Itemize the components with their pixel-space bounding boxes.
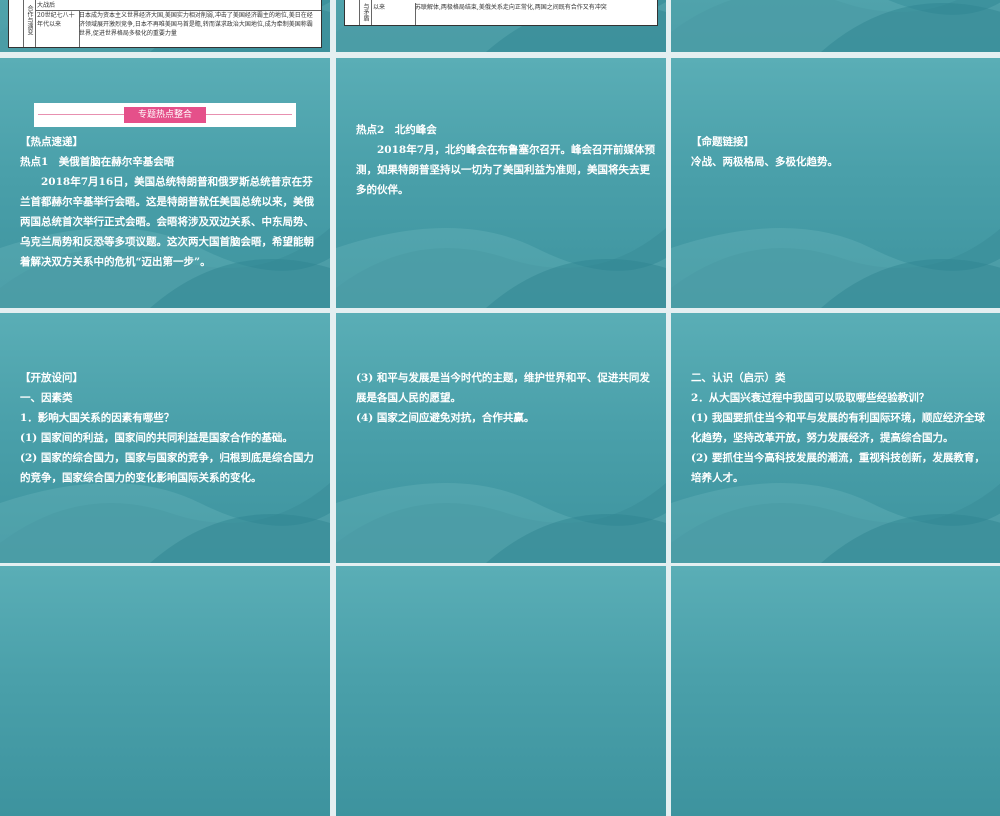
table-cell-content: 苏联解体,两极格局结束,美俄关系走向正常化,两国之间既有合作又有冲突: [415, 4, 607, 11]
body-line: 一、因素类: [20, 392, 73, 404]
wave-decoration: [671, 0, 1000, 52]
hotspot-body: 2018年7月，北约峰会在布鲁塞尔召开。峰会召开前媒体预测，如果特朗普坚持以一切…: [356, 144, 656, 196]
slide-thumbnail-4[interactable]: 专题热点整合 【热点速递】 热点1 美俄首脑在赫尔辛基会晤 2018年7月16日…: [0, 58, 330, 308]
banner-label: 专题热点整合: [124, 107, 206, 123]
wave-decoration: [671, 58, 1000, 308]
body-line: 1．影响大国关系的因素有哪些？: [20, 412, 175, 424]
table-cell: 大战后: [37, 2, 56, 9]
body-text: 冷战、两极格局、多极化趋势。: [691, 156, 838, 168]
slide-thumbnail-8[interactable]: (3) 和平与发展是当今时代的主题，维护世界和平、促进共同发展是各国人民的愿望。…: [336, 313, 666, 563]
slide-thumbnail-5[interactable]: 热点2 北约峰会 2018年7月，北约峰会在布鲁塞尔召开。峰会召开前媒体预测，如…: [336, 58, 666, 308]
body-line: (4) 国家之间应避免对抗，合作共赢。: [356, 412, 535, 424]
section-heading: 【热点速递】: [20, 136, 83, 148]
section-heading: 【开放设问】: [20, 372, 83, 384]
slide-thumbnail-1[interactable]: 合作与演变 大战后 20世纪七八十年代以来 日本成为资本主义世界经济大国,美国实…: [0, 0, 330, 52]
table-cell-period: 以来: [371, 3, 416, 25]
history-table: 合作与演变 大战后 20世纪七八十年代以来 日本成为资本主义世界经济大国,美国实…: [8, 0, 322, 48]
body-line: 2．从大国兴衰过程中我国可以吸取哪些经验教训？: [691, 392, 930, 404]
body-line: (1) 我国要抓住当今和平与发展的有利国际环境，顺应经济全球化趋势，坚持改革开放…: [691, 412, 985, 444]
section-heading: 【命题链接】: [691, 136, 754, 148]
body-line: (2) 要抓住当今高科技发展的潮流，重视科技创新，发展教育，培养人才。: [691, 452, 985, 484]
table-cell-period: 20世纪七八十年代以来: [35, 11, 80, 47]
slide-thumbnail-6[interactable]: 【命题链接】 冷战、两极格局、多极化趋势。: [671, 58, 1000, 308]
body-line: (3) 和平与发展是当今时代的主题，维护世界和平、促进共同发展是各国人民的愿望。: [356, 372, 650, 404]
slide-thumbnail-2[interactable]: 与矛盾 以来 苏联解体,两极格局结束,美俄关系走向正常化,两国之间既有合作又有冲…: [336, 0, 666, 52]
table-cell-content: 日本成为资本主义世界经济大国,美国实力相对削弱,冲击了美国经济霸主的地位,美日在…: [79, 12, 313, 37]
body-line: (1) 国家间的利益，国家间的共同利益是国家合作的基础。: [20, 432, 293, 444]
slide-thumbnail-12[interactable]: [671, 566, 1000, 816]
body-line: (2) 国家的综合国力，国家与国家的竞争，归根到底是综合国力的竞争，国家综合国力…: [20, 452, 314, 484]
hotspot-title: 热点2 北约峰会: [356, 124, 437, 136]
slide-thumbnail-3[interactable]: [671, 0, 1000, 52]
hotspot-title: 热点1 美俄首脑在赫尔辛基会晤: [20, 156, 175, 168]
wave-decoration: [336, 313, 666, 563]
section-heading: 二、认识（启示）类: [691, 372, 786, 384]
hotspot-body: 2018年7月16日，美国总统特朗普和俄罗斯总统普京在芬兰首都赫尔辛基举行会晤。…: [20, 176, 314, 268]
slide-thumbnail-11[interactable]: [336, 566, 666, 816]
topic-banner: 专题热点整合: [34, 103, 296, 127]
history-table: 与矛盾 以来 苏联解体,两极格局结束,美俄关系走向正常化,两国之间既有合作又有冲…: [344, 0, 658, 26]
slide-thumbnail-7[interactable]: 【开放设问】 一、因素类 1．影响大国关系的因素有哪些？ (1) 国家间的利益，…: [0, 313, 330, 563]
slide-thumbnail-9[interactable]: 二、认识（启示）类 2．从大国兴衰过程中我国可以吸取哪些经验教训？ (1) 我国…: [671, 313, 1000, 563]
slide-thumbnail-10[interactable]: [0, 566, 330, 816]
